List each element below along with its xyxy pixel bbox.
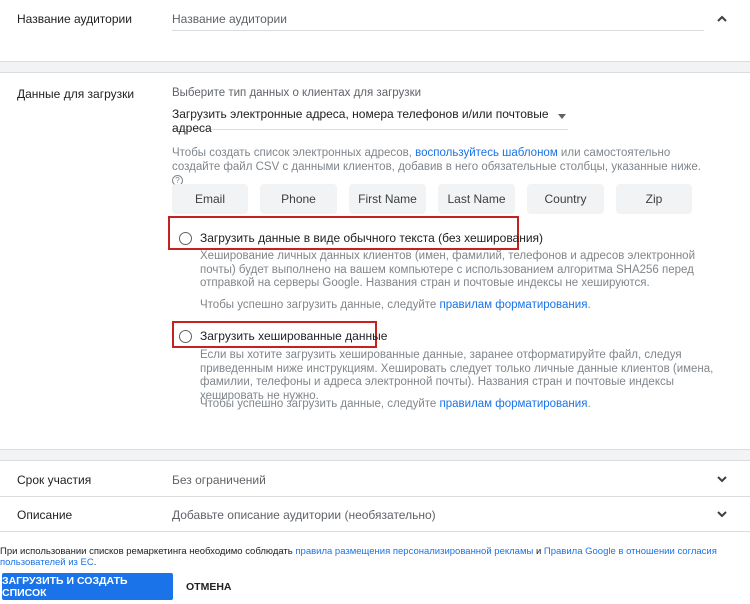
radio-hashed[interactable] bbox=[179, 330, 192, 343]
column-chip-first-name: First Name bbox=[349, 184, 426, 214]
description-label: Описание bbox=[17, 508, 73, 522]
upload-type-hint: Выберите тип данных о клиентах для загру… bbox=[172, 87, 422, 99]
policy-text-mid: и bbox=[533, 546, 544, 557]
plain-format-text: Чтобы успешно загрузить данные, следуйте bbox=[200, 299, 440, 311]
chevron-down-icon[interactable] bbox=[716, 473, 728, 485]
cancel-button[interactable]: ОТМЕНА bbox=[186, 573, 232, 600]
plain-format-end: . bbox=[587, 299, 591, 311]
column-chip-phone: Phone bbox=[260, 184, 337, 214]
audience-name-section: Название аудитории Название аудитории bbox=[0, 0, 750, 62]
upload-instructions: Чтобы создать список электронных адресов… bbox=[172, 146, 712, 188]
chevron-down-icon[interactable] bbox=[716, 508, 728, 520]
audience-name-label: Название аудитории bbox=[17, 12, 132, 26]
policy-notice: При использовании списков ремаркетинга н… bbox=[0, 546, 748, 568]
ads-policy-link[interactable]: правила размещения персонализированной р… bbox=[295, 546, 533, 557]
description-input[interactable]: Добавьте описание аудитории (необязатель… bbox=[172, 508, 436, 522]
instructions-text: Чтобы создать список электронных адресов… bbox=[172, 147, 416, 159]
upload-type-select[interactable]: Загрузить электронные адреса, номера тел… bbox=[172, 107, 568, 135]
hashed-option-label[interactable]: Загрузить хешированные данные bbox=[200, 329, 387, 343]
upload-type-selected: Загрузить электронные адреса, номера тел… bbox=[172, 107, 549, 135]
plain-format-note: Чтобы успешно загрузить данные, следуйте… bbox=[200, 299, 591, 311]
membership-value: Без ограничений bbox=[172, 473, 266, 487]
column-chip-email: Email bbox=[172, 184, 248, 214]
policy-text: При использовании списков ремаркетинга н… bbox=[0, 546, 296, 557]
upload-and-create-button[interactable]: ЗАГРУЗИТЬ И СОЗДАТЬ СПИСОК bbox=[2, 573, 173, 600]
column-chip-country: Country bbox=[527, 184, 604, 214]
description-row[interactable]: Описание Добавьте описание аудитории (не… bbox=[0, 496, 750, 532]
section-gap bbox=[0, 62, 750, 72]
hashed-option-description: Если вы хотите загрузить хешированные да… bbox=[200, 349, 714, 402]
hashed-format-end: . bbox=[587, 398, 591, 410]
membership-row[interactable]: Срок участия Без ограничений bbox=[0, 461, 750, 497]
chevron-up-icon[interactable] bbox=[716, 13, 728, 25]
template-link[interactable]: воспользуйтесь шаблоном bbox=[415, 147, 558, 159]
column-chip-last-name: Last Name bbox=[438, 184, 515, 214]
section-gap-2 bbox=[0, 450, 750, 460]
hashed-format-note: Чтобы успешно загрузить данные, следуйте… bbox=[200, 398, 591, 410]
dropdown-arrow-icon bbox=[558, 114, 566, 119]
column-chip-zip: Zip bbox=[616, 184, 692, 214]
settings-section: Срок участия Без ограничений Описание До… bbox=[0, 460, 750, 532]
hashed-format-text: Чтобы успешно загрузить данные, следуйте bbox=[200, 398, 440, 410]
membership-label: Срок участия bbox=[17, 473, 92, 487]
plain-format-link[interactable]: правилам форматирования bbox=[440, 299, 588, 311]
upload-data-section: Данные для загрузки Выберите тип данных … bbox=[0, 72, 750, 450]
radio-plain-text[interactable] bbox=[179, 232, 192, 245]
audience-name-input[interactable]: Название аудитории bbox=[172, 12, 287, 26]
hashed-format-link[interactable]: правилам форматирования bbox=[440, 398, 588, 410]
audience-name-underline bbox=[172, 30, 704, 31]
policy-text-end: . bbox=[93, 557, 97, 568]
plain-option-description: Хеширование личных данных клиентов (имен… bbox=[200, 250, 695, 289]
upload-data-label: Данные для загрузки bbox=[17, 87, 135, 101]
plain-option-label[interactable]: Загрузить данные в виде обычного текста … bbox=[200, 231, 543, 245]
